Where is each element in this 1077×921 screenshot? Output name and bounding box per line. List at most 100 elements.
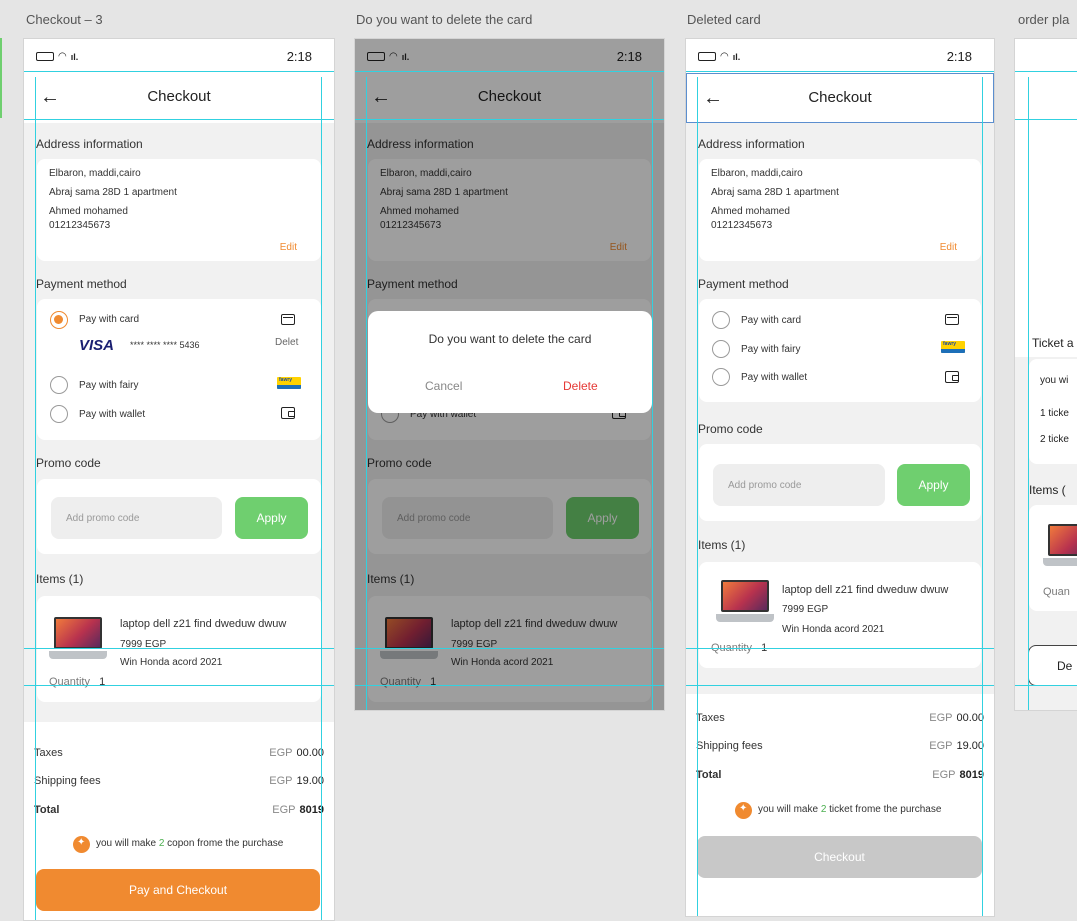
credit-card-icon	[945, 314, 959, 325]
guide-line	[1015, 685, 1077, 686]
guide-line	[366, 77, 367, 710]
address-line1: Elbaron, maddi,cairo	[711, 168, 803, 179]
wifi-icon: ◠	[720, 51, 729, 62]
battery-icon	[698, 52, 716, 61]
pay-card-label: Pay with card	[79, 314, 140, 325]
total-row: Total EGP 8019	[696, 769, 984, 781]
pay-fawry-radio[interactable]	[50, 376, 68, 394]
address-label: Address information	[36, 137, 143, 151]
shipping-row: Shipping fees EGP 19.00	[34, 775, 324, 787]
taxes-row: Taxes EGP 00.00	[696, 712, 984, 724]
pay-fawry-label: Pay with fairy	[741, 344, 801, 355]
item-quantity: Quantity 1	[49, 676, 106, 688]
delete-button[interactable]: Delete	[563, 379, 598, 393]
masked-card-number: **** **** **** 5436	[130, 340, 200, 350]
promo-label: Promo code	[36, 456, 101, 470]
promo-input[interactable]: Add promo code	[713, 464, 885, 506]
summary-panel: Taxes EGP 00.00 Shipping fees EGP 19.00 Tota…	[24, 722, 334, 920]
guide-line	[1028, 77, 1029, 710]
pay-card-radio[interactable]	[50, 311, 68, 329]
summary-panel: Taxes EGP 00.00 Shipping fees EGP 19.00 Tota…	[686, 694, 994, 916]
deleted-frame: ◠ ıl. 2:18 ← Checkout Address informatio…	[685, 38, 995, 917]
visa-logo: VISA	[79, 337, 115, 354]
checkout-button[interactable]: Checkout	[697, 836, 982, 878]
edit-address-link[interactable]: Edit	[940, 242, 957, 253]
status-icons: ◠ ıl.	[36, 51, 78, 62]
ticket-note: you will make 2 ticket frome the purchas…	[758, 804, 942, 815]
item-card: laptop dell z21 find dweduw dwuw 7999 EG…	[37, 596, 321, 702]
signal-icon: ıl.	[70, 51, 79, 62]
promo-input[interactable]: Add promo code	[51, 497, 222, 539]
guide-line	[24, 648, 334, 649]
address-card: Elbaron, maddi,cairo Abraj sama 28D 1 ap…	[37, 159, 321, 261]
ticket-card: you wi 1 ticke 2 ticke	[1029, 359, 1077, 464]
promo-label: Promo code	[698, 422, 763, 436]
coupon-icon	[73, 836, 90, 853]
pay-wallet-label: Pay with wallet	[79, 409, 146, 420]
guide-line	[1015, 71, 1077, 72]
pay-card-label: Pay with card	[741, 315, 802, 326]
address-line2: Abraj sama 28D 1 apartment	[711, 187, 839, 198]
payment-card: Pay with card VISA **** **** **** 5436 D…	[37, 299, 321, 440]
cancel-button[interactable]: Cancel	[425, 379, 462, 393]
status-icons: ◠ ıl.	[698, 51, 740, 62]
guide-line	[355, 685, 664, 686]
item-name: laptop dell z21 find dweduw dwuw	[782, 584, 949, 596]
item-subtitle: Win Honda acord 2021	[120, 657, 223, 668]
guide-line	[686, 648, 994, 649]
frame-title-dialog: Do you want to delete the card	[356, 12, 533, 27]
guide-line	[686, 71, 994, 72]
pay-wallet-radio[interactable]	[712, 368, 730, 386]
guide-line	[1015, 119, 1077, 120]
dialog-frame: ◠ ıl. 2:18 ← Checkout Address informatio…	[354, 38, 665, 711]
item-quantity: Quan	[1043, 586, 1070, 598]
apply-button[interactable]: Apply	[897, 464, 970, 506]
order-placed-frame: Ticket a you wi 1 ticke 2 ticke Items ( …	[1014, 38, 1077, 711]
previous-frame-edge	[0, 38, 2, 118]
pay-wallet-radio[interactable]	[50, 405, 68, 423]
pay-card-radio[interactable]	[712, 311, 730, 329]
frame-title-placed: order pla	[1018, 12, 1070, 27]
fawry-logo-icon: fawry	[277, 377, 301, 389]
partial-button[interactable]: De	[1028, 645, 1077, 686]
frame-title-deleted: Deleted card	[687, 12, 761, 27]
address-phone: 01212345673	[49, 220, 111, 231]
total-row: Total EGP 8019	[34, 804, 324, 816]
guide-line	[686, 685, 994, 686]
guide-line	[652, 77, 653, 710]
edit-address-link[interactable]: Edit	[280, 242, 297, 253]
credit-card-icon	[281, 314, 295, 325]
guide-line	[355, 119, 664, 120]
laptop-image	[1043, 524, 1077, 566]
items-label: Items (	[1029, 483, 1066, 497]
top-bar: ← Checkout	[686, 73, 994, 123]
apply-button[interactable]: Apply	[235, 497, 308, 539]
address-line1: Elbaron, maddi,cairo	[49, 168, 141, 179]
page-title: Checkout	[808, 89, 872, 106]
wallet-icon	[945, 371, 959, 383]
guide-line	[982, 77, 983, 916]
items-label: Items (1)	[36, 572, 84, 586]
taxes-row: Taxes EGP 00.00	[34, 747, 324, 759]
frame-title-checkout: Checkout – 3	[26, 12, 103, 27]
battery-icon	[36, 52, 54, 61]
address-name: Ahmed mohamed	[711, 206, 790, 217]
pay-and-checkout-button[interactable]: Pay and Checkout	[36, 869, 320, 911]
promo-card: Add promo code Apply	[37, 479, 321, 554]
guide-line	[355, 71, 664, 72]
address-line2: Abraj sama 28D 1 apartment	[49, 187, 177, 198]
status-time: 2:18	[946, 49, 972, 64]
pay-wallet-label: Pay with wallet	[741, 372, 808, 383]
laptop-image	[716, 580, 774, 622]
pay-fawry-radio[interactable]	[712, 340, 730, 358]
dialog-message: Do you want to delete the card	[428, 332, 592, 346]
status-time: 2:18	[286, 49, 312, 64]
delete-card-link[interactable]: Delet	[275, 337, 298, 348]
top-bar: ← Checkout	[24, 73, 334, 123]
address-name: Ahmed mohamed	[49, 206, 128, 217]
guide-line	[697, 77, 698, 916]
guide-line	[35, 77, 36, 920]
address-card: Elbaron, maddi,cairo Abraj sama 28D 1 ap…	[699, 159, 981, 261]
ticket-note: you wi	[1040, 375, 1069, 386]
pay-fawry-label: Pay with fairy	[79, 380, 139, 391]
